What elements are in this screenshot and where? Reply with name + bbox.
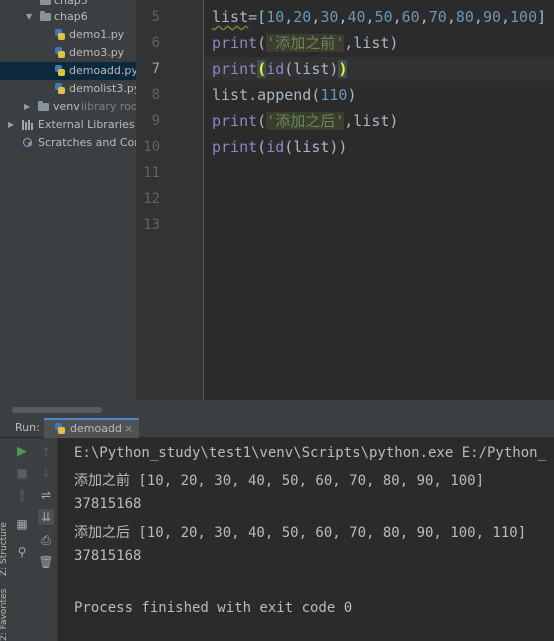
folder-icon bbox=[40, 0, 51, 5]
tool-window-strip: Z: Structure 2: Favorites bbox=[0, 438, 10, 641]
scrollbar-thumb[interactable] bbox=[12, 407, 102, 413]
line-number: 5 bbox=[151, 9, 160, 25]
python-file-icon bbox=[55, 423, 65, 434]
console-line: E:\Python_study\test1\venv\Scripts\pytho… bbox=[74, 445, 547, 461]
line-number-current: 7 bbox=[151, 61, 160, 77]
pause-icon[interactable]: ‖ bbox=[14, 487, 30, 503]
line-number: 9 bbox=[151, 113, 160, 129]
line-number: 6 bbox=[151, 35, 160, 51]
line-number: 8 bbox=[151, 87, 160, 103]
chevron-down-icon[interactable]: ▼ bbox=[26, 8, 32, 26]
run-panel-header: Run: demoadd × bbox=[0, 418, 554, 438]
chevron-right-icon[interactable]: ▶ bbox=[8, 116, 14, 134]
run-console[interactable]: E:\Python_study\test1\venv\Scripts\pytho… bbox=[58, 438, 554, 641]
run-tab-demoadd[interactable]: demoadd × bbox=[44, 418, 139, 438]
line-number: 12 bbox=[143, 191, 160, 207]
code-line-8: list.append(110) bbox=[212, 86, 357, 104]
layout-icon[interactable]: ▦ bbox=[14, 516, 30, 532]
console-line: Process finished with exit code 0 bbox=[74, 600, 353, 616]
pin-icon[interactable]: ⚲ bbox=[14, 544, 30, 560]
tree-item-demoadd[interactable]: demoadd.py bbox=[0, 62, 136, 80]
folder-icon bbox=[38, 101, 49, 111]
code-line-6: print('添加之前',list) bbox=[212, 34, 399, 52]
line-number: 11 bbox=[143, 165, 160, 181]
console-line: 添加之前 [10, 20, 30, 40, 50, 60, 70, 80, 90… bbox=[74, 473, 485, 489]
structure-tab[interactable]: Z: Structure bbox=[0, 522, 9, 576]
python-file-icon bbox=[55, 29, 65, 40]
run-tab-label: demoadd bbox=[70, 422, 122, 435]
up-arrow-icon[interactable]: ↑ bbox=[38, 444, 54, 460]
tree-item-demo3[interactable]: demo3.py bbox=[0, 44, 136, 62]
code-line-7: print(id(list)) bbox=[212, 60, 348, 78]
close-icon[interactable]: × bbox=[124, 422, 133, 435]
console-line: 37815168 bbox=[74, 548, 142, 564]
python-file-icon bbox=[55, 47, 65, 58]
console-line: 37815168 bbox=[74, 496, 142, 512]
tree-item-demolist3[interactable]: demolist3.py bbox=[0, 80, 136, 98]
delete-icon[interactable]: 🗑 bbox=[38, 554, 54, 570]
scratches-icon bbox=[22, 137, 33, 148]
code-editor[interactable]: list=[10,20,30,40,50,60,70,80,90,100] pr… bbox=[204, 0, 554, 400]
tree-item-scratches[interactable]: Scratches and Cons bbox=[0, 134, 136, 152]
run-label: Run: bbox=[15, 421, 40, 434]
tree-item-venv[interactable]: ▶ venv library roo bbox=[0, 98, 136, 116]
tree-item-chap6[interactable]: ▼ chap6 bbox=[0, 8, 136, 26]
code-line-9: print('添加之后',list) bbox=[212, 112, 399, 130]
library-icon bbox=[22, 120, 33, 130]
folder-icon bbox=[40, 11, 51, 21]
project-tree: chap5 ▼ chap6 demo1.py demo3.py demoadd.… bbox=[0, 0, 136, 400]
print-icon[interactable]: ⎙ bbox=[38, 532, 54, 548]
soft-wrap-icon[interactable]: ⇌ bbox=[38, 487, 54, 503]
console-line: 添加之后 [10, 20, 30, 40, 50, 60, 70, 80, 90… bbox=[74, 525, 527, 541]
stop-icon[interactable]: ■ bbox=[14, 465, 30, 481]
python-file-icon bbox=[55, 65, 65, 76]
code-line-10: print(id(list)) bbox=[212, 138, 348, 156]
code-line-5: list=[10,20,30,40,50,60,70,80,90,100] bbox=[212, 8, 547, 26]
down-arrow-icon[interactable]: ↓ bbox=[38, 465, 54, 481]
run-icon[interactable]: ▶ bbox=[14, 444, 30, 460]
tree-item-external-libraries[interactable]: ▶ External Libraries bbox=[0, 116, 136, 134]
python-file-icon bbox=[55, 83, 65, 94]
line-number: 10 bbox=[143, 139, 160, 155]
tree-item-demo1[interactable]: demo1.py bbox=[0, 26, 136, 44]
scroll-to-end-icon[interactable]: ⇊ bbox=[38, 509, 54, 525]
favorites-tab[interactable]: 2: Favorites bbox=[0, 589, 9, 641]
chevron-right-icon[interactable]: ▶ bbox=[24, 98, 30, 116]
line-number: 13 bbox=[143, 217, 160, 233]
run-toolbar: ▶ ↑ ■ ↓ ‖ ⇌ ▦ ⇊ ⚲ ⎙ 🗑 bbox=[10, 438, 58, 641]
line-number-gutter[interactable]: 5 6 7 8 9 10 11 12 13 bbox=[136, 0, 204, 400]
